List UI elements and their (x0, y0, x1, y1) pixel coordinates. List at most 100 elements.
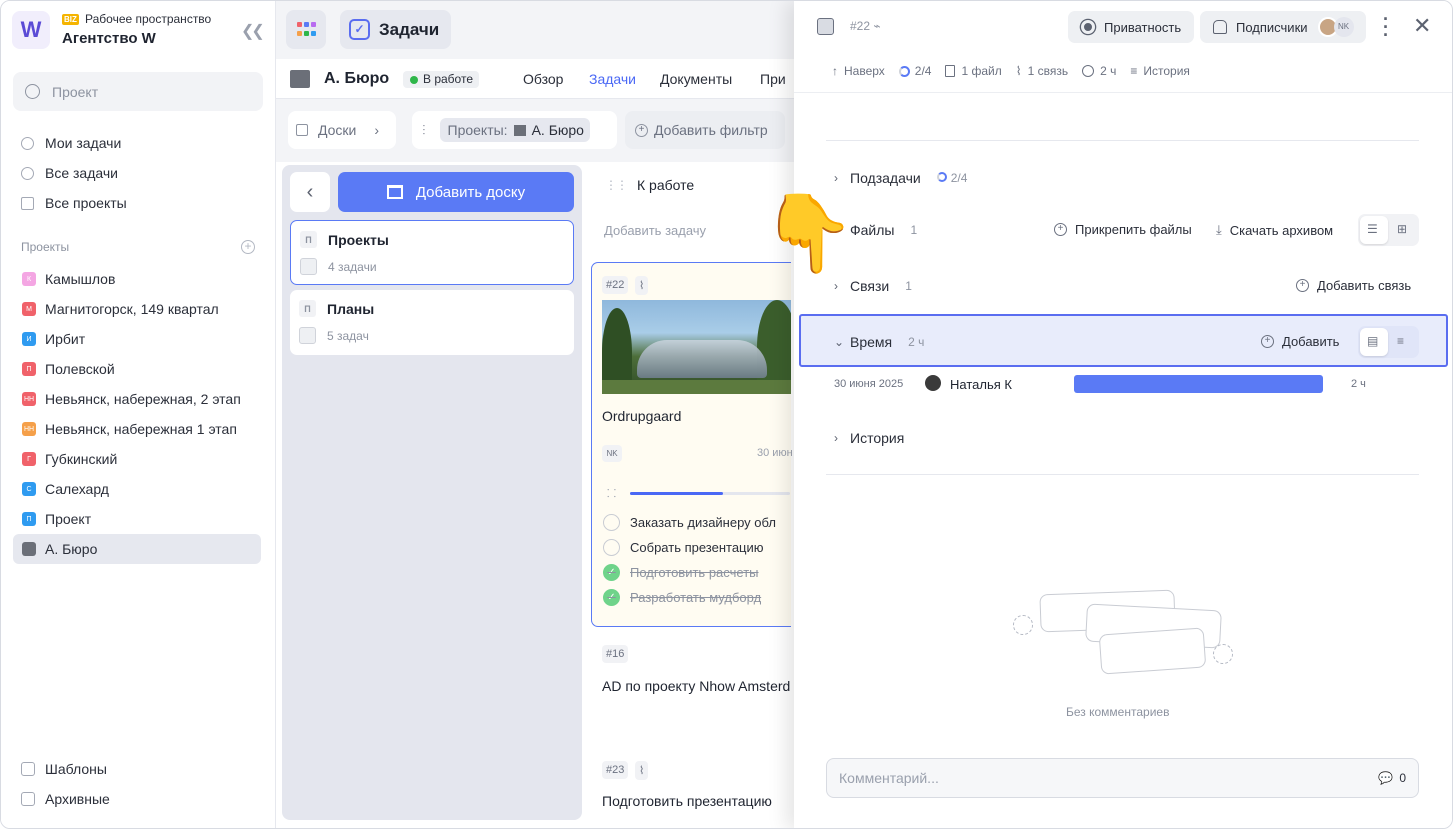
add-project-icon[interactable]: + (241, 240, 255, 254)
history-meta[interactable]: ≡ История (1130, 64, 1190, 78)
checklist-label: Подготовить расчеты (630, 565, 759, 580)
privacy-button[interactable]: Приватность (1068, 11, 1194, 43)
attach-files-button[interactable]: + Прикрепить файлы (1054, 222, 1192, 237)
task-title: AD по проекту Nhow Amsterd (602, 678, 791, 694)
tasks-tab[interactable]: ✓ Задачи (340, 10, 451, 49)
section-label: Время (850, 334, 893, 350)
board-letter: П (300, 231, 317, 248)
files-view-toggle[interactable]: ☰ ⊞ (1358, 214, 1419, 246)
project-color-icon: НН (22, 422, 36, 436)
tab-overview[interactable]: Обзор (523, 71, 563, 87)
project-chip[interactable]: А. Бюро (511, 118, 590, 142)
time-view-toggle[interactable]: ▤ ≡ (1358, 326, 1419, 358)
files-meta-label: 1 файл (961, 64, 1002, 78)
files-meta[interactable]: 1 файл (945, 64, 1002, 78)
subscribers-button[interactable]: Подписчики NK (1200, 11, 1366, 43)
section-label: Подзадачи (850, 170, 921, 186)
section-links[interactable]: › Связи 1 (834, 278, 912, 294)
chevron-right-icon: › (834, 431, 838, 445)
sidebar-project-item[interactable]: П Проект (13, 504, 261, 534)
sidebar-project-item[interactable]: Г Губкинский (13, 444, 261, 474)
add-filter-button[interactable]: + Добавить фильтр (625, 111, 785, 149)
time-log-bar[interactable] (1074, 375, 1323, 393)
task-card[interactable]: #23 ⌇ Подготовить презентацию (591, 747, 791, 828)
sidebar-project-item[interactable]: С Салехард (13, 474, 261, 504)
task-card[interactable]: #16 AD по проекту Nhow Amsterd (591, 632, 791, 742)
section-history[interactable]: › История (834, 430, 904, 446)
links-meta[interactable]: ⌇ 1 связь (1016, 64, 1068, 78)
board-count: 4 задачи (328, 259, 377, 274)
checklist-item[interactable]: Заказать дизайнеру обл (603, 514, 776, 531)
sidebar-project-item[interactable]: НН Невьянск, набережная 1 этап (13, 414, 261, 444)
checklist-label: Разработать мудборд (630, 590, 762, 605)
archived-link[interactable]: Архивные (21, 791, 110, 807)
assignee-avatar: NK (602, 445, 622, 462)
grid-icon[interactable]: ⊞ (1397, 222, 1407, 236)
close-icon[interactable]: ✕ (1413, 13, 1431, 39)
task-checkbox[interactable] (817, 18, 834, 35)
add-time-button[interactable]: + Добавить (1261, 334, 1339, 349)
search-input[interactable]: Проект (13, 72, 263, 111)
sidebar-project-item[interactable]: К Камышлов (13, 264, 261, 294)
folder-icon (21, 196, 34, 210)
sidebar-project-item[interactable]: А. Бюро (13, 534, 261, 564)
plus-circle-icon: + (1261, 335, 1274, 348)
board-card[interactable]: П Проекты 4 задачи (290, 220, 574, 285)
back-button[interactable]: ‹ (290, 172, 330, 212)
checkbox-checked[interactable]: ✓ (603, 589, 620, 606)
project-chip-label: А. Бюро (531, 122, 584, 138)
add-filter-label: Добавить фильтр (654, 122, 768, 138)
add-board-button[interactable]: Добавить доску (338, 172, 574, 212)
board-card[interactable]: П Планы 5 задач (290, 290, 574, 355)
nav-all-projects[interactable]: Все проекты (21, 191, 127, 215)
chevron-right-icon: › (374, 122, 380, 138)
checklist-item[interactable]: Собрать презентацию (603, 539, 764, 556)
checklist-item[interactable]: ✓ Разработать мудборд (603, 589, 761, 606)
checkbox[interactable] (603, 514, 620, 531)
decorative-circle (1013, 615, 1033, 635)
sidebar-project-item[interactable]: М Магнитогорск, 149 квартал (13, 294, 261, 324)
no-comments-text: Без комментариев (1066, 705, 1170, 719)
sidebar-project-item[interactable]: П Полевской (13, 354, 261, 384)
add-link-button[interactable]: + Добавить связь (1296, 278, 1411, 293)
search-icon (25, 84, 40, 99)
workspace-logo[interactable]: W (12, 11, 50, 49)
section-subtasks[interactable]: › Подзадачи 2/4 (834, 170, 967, 186)
apps-grid-icon[interactable] (286, 10, 326, 49)
up-link[interactable]: ↑ Наверх (832, 64, 885, 78)
comment-input[interactable]: Комментарий... 💬 0 (826, 758, 1419, 798)
panel-task-id[interactable]: #22 ⌁ (850, 19, 881, 33)
chevron-right-icon: › (834, 279, 838, 293)
status-badge[interactable]: В работе (403, 71, 480, 88)
boards-toggle[interactable]: Доски › (288, 111, 396, 149)
plus-circle-icon: + (1054, 223, 1067, 236)
time-meta[interactable]: 2 ч (1082, 64, 1116, 78)
tab-documents[interactable]: Документы (660, 71, 732, 87)
checkbox-checked[interactable]: ✓ (603, 564, 620, 581)
sidebar-project-item[interactable]: И Ирбит (13, 324, 261, 354)
checklist-item[interactable]: ✓ Подготовить расчеты (603, 564, 759, 581)
workspace-title[interactable]: Агентство W (62, 30, 156, 47)
arrow-up-icon: ↑ (832, 64, 838, 78)
projects-filter[interactable]: ⫶ Проекты: А. Бюро (412, 111, 617, 149)
nav-my-tasks[interactable]: Мои задачи (21, 131, 121, 155)
building-icon (290, 70, 310, 88)
more-menu-icon[interactable]: · · · (1383, 10, 1389, 44)
sidebar-project-item[interactable]: НН Невьянск, набережная, 2 этап (13, 384, 261, 414)
section-time[interactable]: ⌄ Время 2 ч (834, 334, 924, 350)
boards-label: Доски (318, 122, 357, 138)
templates-link[interactable]: Шаблоны (21, 761, 107, 777)
drag-handle-icon[interactable]: ⋮⋮ (605, 178, 628, 192)
tab-tasks[interactable]: Задачи (589, 71, 636, 87)
nav-all-tasks[interactable]: Все задачи (21, 161, 118, 185)
collapse-sidebar-icon[interactable]: ❮❮ (241, 21, 265, 41)
projects-filter-label: Проекты: (447, 122, 508, 138)
list-icon[interactable]: ≡ (1397, 334, 1404, 348)
projects-filter-chip[interactable]: Проекты: (439, 118, 512, 142)
task-id: #23 (602, 761, 629, 779)
subtasks-meta[interactable]: 2/4 (898, 64, 931, 78)
download-archive-button[interactable]: ⤓ Скачать архивом (1216, 222, 1333, 238)
task-progress (630, 492, 790, 495)
tab-more[interactable]: При (760, 71, 786, 87)
checkbox[interactable] (603, 539, 620, 556)
